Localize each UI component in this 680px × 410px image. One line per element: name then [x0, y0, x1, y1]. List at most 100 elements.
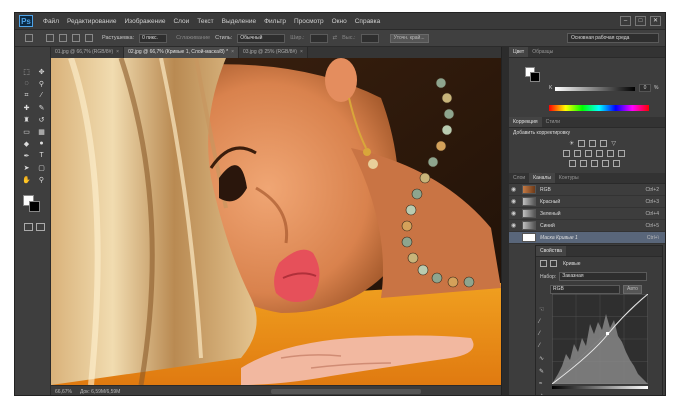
intersect-selection-icon[interactable] — [85, 34, 93, 42]
feather-input[interactable]: 0 пикс. — [139, 33, 168, 43]
marquee-tool-icon[interactable]: ⬚ — [21, 67, 32, 76]
close-icon[interactable]: × — [116, 49, 119, 55]
exposure-icon[interactable] — [600, 140, 608, 147]
on-image-adjust-icon[interactable]: ☜ — [539, 306, 544, 313]
path-select-tool-icon[interactable]: ➤ — [21, 163, 32, 172]
levels-icon[interactable] — [578, 140, 586, 147]
color-spectrum[interactable] — [549, 105, 649, 111]
close-button[interactable]: ✕ — [650, 16, 661, 26]
menu-image[interactable]: Изображение — [121, 18, 170, 25]
subtract-selection-icon[interactable] — [72, 34, 80, 42]
curve-channel-select[interactable]: RGB — [550, 285, 620, 294]
menu-filter[interactable]: Фильтр — [260, 18, 290, 25]
curves-icon[interactable] — [589, 140, 597, 147]
preset-select[interactable]: Заказная — [559, 272, 648, 281]
eraser-tool-icon[interactable]: ▭ — [21, 127, 32, 136]
eye-icon[interactable]: ◉ — [511, 222, 519, 229]
gradient-map-icon[interactable] — [602, 160, 609, 167]
menu-edit[interactable]: Редактирование — [63, 18, 121, 25]
tab-doc-02[interactable]: 02.jpg @ 66,7% (Кривые 1, Слой-маска/8) … — [124, 47, 239, 58]
eye-icon[interactable]: ◉ — [511, 186, 519, 193]
vibrance-icon[interactable]: ▽ — [611, 140, 616, 147]
crop-tool-icon[interactable]: ⌗ — [21, 91, 32, 100]
color-k-value[interactable]: 0 — [639, 84, 651, 92]
eyedropper-tool-icon[interactable]: ⁄ — [36, 91, 47, 100]
magic-wand-tool-icon[interactable]: ⚲ — [36, 79, 47, 88]
type-tool-icon[interactable]: T — [36, 151, 47, 160]
dodge-tool-icon[interactable]: ● — [36, 139, 47, 148]
tab-styles[interactable]: Стили — [542, 117, 564, 127]
zoom-level[interactable]: 66,67% — [55, 389, 72, 395]
add-selection-icon[interactable] — [59, 34, 67, 42]
tab-adjustments[interactable]: Коррекция — [509, 117, 542, 127]
invert-icon[interactable] — [569, 160, 576, 167]
color-lookup-icon[interactable] — [618, 150, 625, 157]
color-balance-icon[interactable] — [574, 150, 581, 157]
smooth-curve-icon[interactable]: ≈ — [539, 381, 544, 387]
horizontal-scrollbar[interactable] — [271, 389, 421, 394]
eye-icon[interactable]: ◉ — [511, 198, 519, 205]
mask-icon[interactable] — [550, 260, 557, 267]
blur-tool-icon[interactable]: ◆ — [21, 139, 32, 148]
channel-row-rgb[interactable]: ◉ RGB Ctrl+2 — [509, 184, 665, 196]
new-selection-icon[interactable] — [46, 34, 54, 42]
pen-tool-icon[interactable]: ✒ — [21, 151, 32, 160]
auto-button[interactable]: Авто — [623, 285, 642, 294]
black-white-icon[interactable] — [585, 150, 592, 157]
curve-point-tool-icon[interactable]: ∿ — [539, 355, 544, 362]
tab-layers[interactable]: Слои — [509, 173, 529, 183]
tab-properties[interactable]: Свойства — [536, 246, 566, 256]
menu-type[interactable]: Текст — [193, 18, 217, 25]
color-bg-swatch[interactable] — [530, 72, 540, 82]
workspace-select[interactable]: Основная рабочая среда — [567, 33, 659, 43]
clipping-icon[interactable]: ⚠ — [539, 393, 544, 395]
lasso-tool-icon[interactable]: ◌ — [21, 79, 32, 88]
vertical-scrollbar[interactable] — [501, 47, 509, 395]
width-input[interactable] — [309, 33, 328, 43]
gray-point-eyedropper-icon[interactable]: ⁄ — [539, 331, 544, 337]
tab-paths[interactable]: Контуры — [555, 173, 583, 183]
posterize-icon[interactable] — [580, 160, 587, 167]
tab-doc-03[interactable]: 03.jpg @ 25% (RGB/8#) × — [238, 47, 308, 58]
channel-row-red[interactable]: ◉ Красный Ctrl+3 — [509, 196, 665, 208]
hand-tool-icon[interactable]: ✋ — [21, 175, 32, 184]
channel-row-mask[interactable]: ◉ Маска Кривые 1 Ctrl+\ — [509, 232, 665, 244]
hue-saturation-icon[interactable] — [563, 150, 570, 157]
tab-channels[interactable]: Каналы — [529, 173, 555, 183]
brightness-icon[interactable]: ☀ — [569, 140, 574, 147]
stamp-tool-icon[interactable]: ♜ — [21, 115, 32, 124]
healing-tool-icon[interactable]: ✚ — [21, 103, 32, 112]
document-canvas[interactable] — [51, 58, 501, 385]
height-input[interactable] — [360, 33, 379, 43]
k-slider[interactable] — [555, 87, 635, 91]
quick-mask-icon[interactable] — [24, 223, 33, 231]
curves-graph[interactable] — [552, 294, 648, 384]
channel-row-blue[interactable]: ◉ Синий Ctrl+5 — [509, 220, 665, 232]
maximize-button[interactable]: □ — [635, 16, 646, 26]
zoom-tool-icon[interactable]: ⚲ — [36, 175, 47, 184]
menu-layers[interactable]: Слои — [169, 18, 193, 25]
swap-icon[interactable]: ⇄ — [333, 35, 338, 41]
close-icon[interactable]: × — [300, 49, 303, 55]
menu-help[interactable]: Справка — [351, 18, 385, 25]
tab-swatches[interactable]: Образцы — [528, 47, 557, 57]
threshold-icon[interactable] — [591, 160, 598, 167]
tab-color[interactable]: Цвет — [509, 47, 529, 57]
screen-mode-icon[interactable] — [36, 223, 45, 231]
marquee-preset-icon[interactable] — [25, 34, 33, 42]
menu-select[interactable]: Выделение — [218, 18, 260, 25]
white-point-eyedropper-icon[interactable]: ⁄ — [539, 343, 544, 349]
tab-doc-01[interactable]: 01.jpg @ 66,7% (RGB/8#) × — [51, 47, 125, 58]
photo-filter-icon[interactable] — [596, 150, 603, 157]
menu-window[interactable]: Окно — [328, 18, 351, 25]
black-point-eyedropper-icon[interactable]: ⁄ — [539, 319, 544, 325]
curve-pencil-tool-icon[interactable]: ✎ — [539, 368, 544, 375]
shape-tool-icon[interactable]: ▢ — [36, 163, 47, 172]
minimize-button[interactable]: – — [620, 16, 631, 26]
history-brush-tool-icon[interactable]: ↺ — [36, 115, 47, 124]
selective-color-icon[interactable] — [613, 160, 620, 167]
move-tool-icon[interactable]: ✥ — [36, 67, 47, 76]
menu-file[interactable]: Файл — [39, 18, 63, 25]
gradient-tool-icon[interactable]: ▦ — [36, 127, 47, 136]
brush-tool-icon[interactable]: ✎ — [36, 103, 47, 112]
